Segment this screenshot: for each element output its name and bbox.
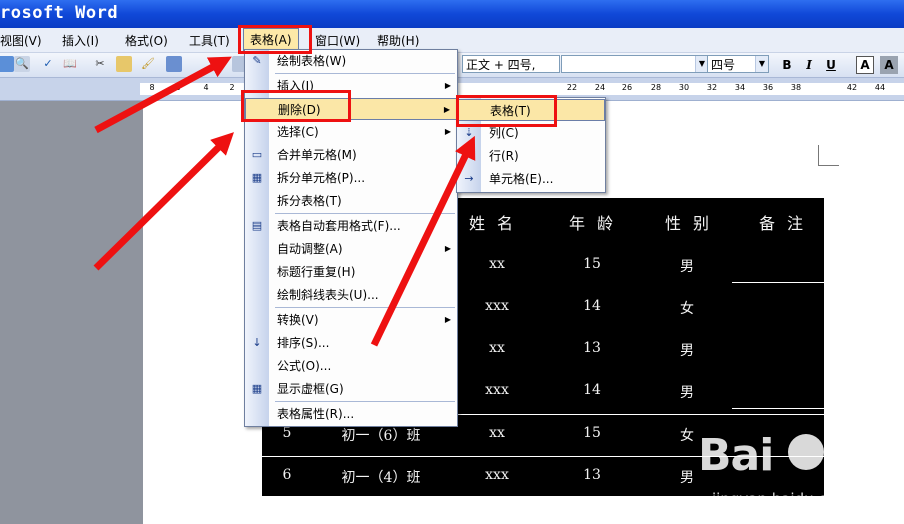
arrow-to-table-menu: [94, 56, 232, 134]
watermark-brand-suffix: 经验: [832, 446, 892, 481]
paw-logo-icon: [788, 434, 824, 470]
watermark-brand: Bai: [698, 430, 774, 481]
baidu-jingyan-watermark: Bai 经验 jingyan.baidu.com: [692, 420, 904, 524]
arrow-to-delete: [93, 132, 234, 271]
watermark-url: jingyan.baidu.com: [712, 490, 851, 508]
arrow-to-delete-table: [370, 135, 476, 347]
